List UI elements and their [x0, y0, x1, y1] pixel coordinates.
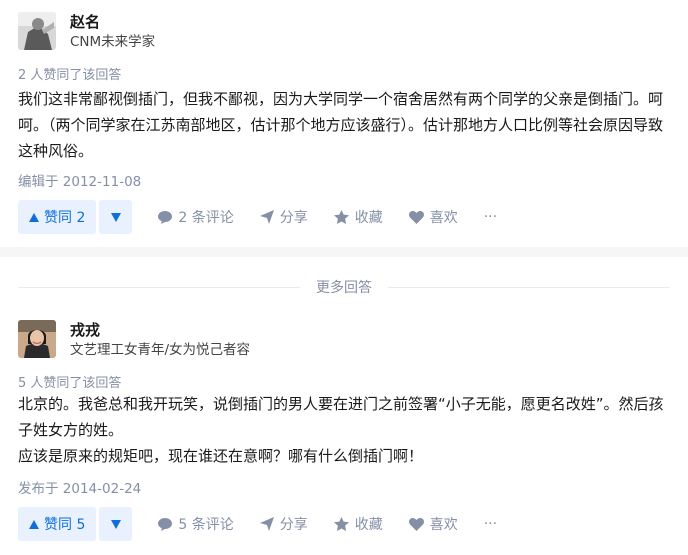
- like-label: 喜欢: [429, 210, 458, 226]
- content-paragraph: 应该是原来的规矩吧，现在谁还在意啊？哪有什么倒插门啊！: [18, 447, 424, 465]
- more-answers-divider: 更多回答: [18, 277, 670, 297]
- author-headline: CNM未来学家: [70, 34, 156, 50]
- triangle-up-icon: [29, 212, 39, 222]
- collect-label: 收藏: [354, 517, 383, 533]
- star-icon: [333, 210, 349, 224]
- vote-down-button[interactable]: [99, 507, 133, 541]
- comment-label: 2 条评论: [178, 210, 234, 226]
- author-headline: 文艺理工女青年/女为悦己者容: [70, 342, 251, 358]
- share-icon: [259, 517, 274, 531]
- collect-label: 收藏: [354, 210, 383, 226]
- content-paragraph: 我们这非常鄙视倒插门，但我不鄙视，因为大学同学一个宿舍居然有两个同学的父亲是倒插…: [18, 90, 664, 160]
- share-label: 分享: [279, 517, 308, 533]
- author-name[interactable]: 赵名: [70, 13, 155, 31]
- vote-up-button[interactable]: 赞同 2: [18, 200, 97, 234]
- heart-icon: [408, 517, 424, 531]
- comment-icon: [158, 517, 173, 531]
- like-label: 喜欢: [429, 517, 458, 533]
- answer-card: 赵名 CNM未来学家 2 人赞同了该回答 我们这非常鄙视倒插门，但我不鄙视，因为…: [0, 0, 688, 247]
- vote-up-label: 赞同 5: [44, 517, 86, 533]
- collect-button[interactable]: 收藏: [333, 207, 383, 227]
- content-paragraph: 北京的。我爸总和我开玩笑，说倒插门的男人要在进门之前签署“小子无能，愿更名改姓”…: [18, 395, 664, 439]
- heart-icon: [408, 210, 424, 224]
- share-label: 分享: [279, 210, 308, 226]
- comment-button[interactable]: 5 条评论: [158, 514, 234, 534]
- triangle-up-icon: [29, 519, 39, 529]
- vote-up-label: 赞同 2: [44, 210, 86, 226]
- collect-button[interactable]: 收藏: [333, 514, 383, 534]
- answer-actions: 赞同 2 2 条评论 分享 收藏 喜欢 ···: [18, 200, 497, 234]
- more-icon: ···: [483, 209, 498, 225]
- answer-content: 我们这非常鄙视倒插门，但我不鄙视，因为大学同学一个宿舍居然有两个同学的父亲是倒插…: [18, 86, 670, 164]
- share-button[interactable]: 分享: [259, 207, 308, 227]
- answer-author: 赵名 CNM未来学家: [18, 12, 155, 51]
- like-button[interactable]: 喜欢: [408, 207, 458, 227]
- answer-card: 更多回答 戎戎 文艺理工女青年/女为悦己者容 5 人赞同了该回答 北京的。我爸总…: [0, 257, 688, 555]
- like-button[interactable]: 喜欢: [408, 514, 458, 534]
- avatar[interactable]: [18, 12, 56, 50]
- triangle-down-icon: [110, 519, 121, 529]
- answer-actions: 赞同 5 5 条评论 分享 收藏 喜欢 ···: [18, 507, 497, 541]
- more-options-button[interactable]: ···: [484, 516, 497, 532]
- more-icon: ···: [483, 516, 498, 532]
- comment-label: 5 条评论: [178, 517, 234, 533]
- comment-icon: [158, 210, 173, 224]
- vote-count-text: 5 人赞同了该回答: [18, 376, 122, 391]
- vote-up-button[interactable]: 赞同 5: [18, 507, 97, 541]
- share-button[interactable]: 分享: [259, 514, 308, 534]
- vote-count-text: 2 人赞同了该回答: [18, 68, 122, 83]
- star-icon: [333, 517, 349, 531]
- answer-time[interactable]: 编辑于 2012-11-08: [18, 170, 141, 190]
- answer-time[interactable]: 发布于 2014-02-24: [18, 477, 141, 497]
- author-name[interactable]: 戎戎: [70, 321, 250, 339]
- answer-author: 戎戎 文艺理工女青年/女为悦己者容: [18, 320, 250, 359]
- vote-down-button[interactable]: [99, 200, 133, 234]
- share-icon: [259, 210, 274, 224]
- triangle-down-icon: [110, 212, 121, 222]
- more-options-button[interactable]: ···: [484, 209, 497, 225]
- avatar[interactable]: [18, 320, 56, 358]
- divider-line: [388, 286, 670, 288]
- answer-content: 北京的。我爸总和我开玩笑，说倒插门的男人要在进门之前签署“小子无能，愿更名改姓”…: [18, 391, 670, 469]
- more-answers-label: 更多回答: [316, 280, 372, 296]
- comment-button[interactable]: 2 条评论: [158, 207, 234, 227]
- divider-line: [18, 286, 300, 288]
